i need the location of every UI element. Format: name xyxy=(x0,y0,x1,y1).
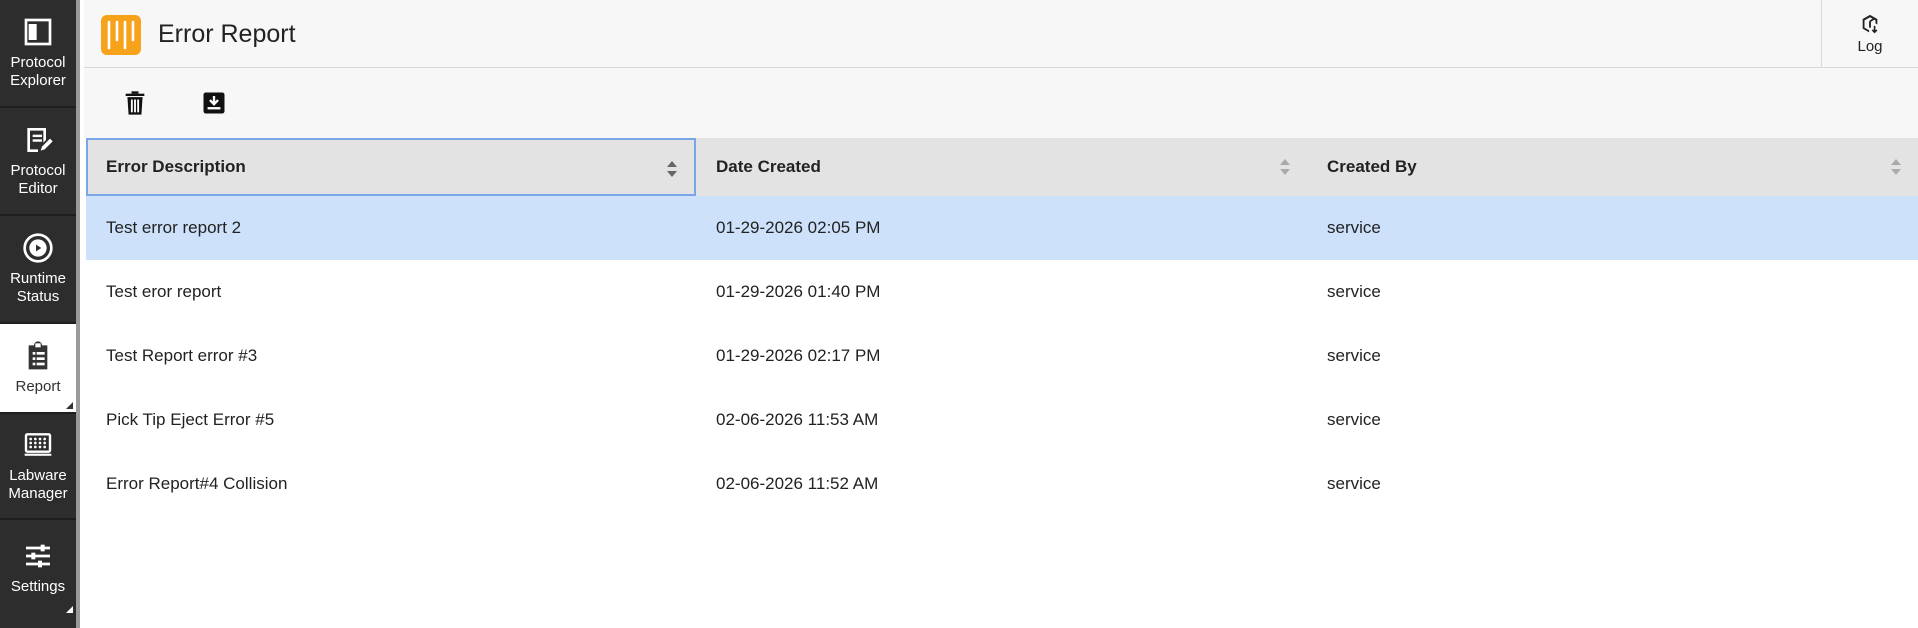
delete-button[interactable] xyxy=(115,83,155,123)
download-button[interactable] xyxy=(194,83,234,123)
sidebar-item-label: Runtime xyxy=(10,270,66,287)
download-icon xyxy=(203,92,225,114)
sidebar-item-label: Manager xyxy=(8,485,68,502)
submenu-indicator-icon xyxy=(66,606,73,613)
app-logo xyxy=(101,15,141,55)
protocol-editor-icon xyxy=(27,128,53,152)
table-header-row: Error Description Date Created Created B… xyxy=(86,138,1918,196)
sidebar-item-report[interactable]: Report xyxy=(0,324,76,412)
table-row[interactable]: Test Report error #3 01-29-2026 02:17 PM… xyxy=(86,324,1918,388)
sidebar-item-label: Protocol xyxy=(10,162,66,179)
sidebar-item-label: Protocol xyxy=(10,54,66,71)
cell-created-by: service xyxy=(1327,346,1381,365)
table-row[interactable]: Test eror report 01-29-2026 01:40 PM ser… xyxy=(86,260,1918,324)
cell-date-created: 02-06-2026 11:52 AM xyxy=(716,474,879,493)
sort-icon xyxy=(667,161,677,177)
cell-date-created: 01-29-2026 02:17 PM xyxy=(716,346,881,365)
sidebar-item-runtime-status[interactable]: Runtime Status xyxy=(0,216,76,322)
cell-error-description: Test eror report xyxy=(106,282,222,301)
sidebar-item-label: Status xyxy=(16,288,60,305)
table-row[interactable]: Pick Tip Eject Error #5 02-06-2026 11:53… xyxy=(86,388,1918,452)
cell-error-description: Pick Tip Eject Error #5 xyxy=(106,410,275,429)
report-icon xyxy=(28,341,48,370)
table-row[interactable]: Error Report#4 Collision 02-06-2026 11:5… xyxy=(86,452,1918,516)
sort-icon xyxy=(1280,159,1290,175)
submenu-indicator-icon xyxy=(66,402,73,409)
sidebar-item-label: Report xyxy=(15,378,61,395)
sort-icon xyxy=(1891,159,1901,175)
cell-created-by: service xyxy=(1327,282,1381,301)
sidebar: Protocol Explorer Protocol Editor Runtim… xyxy=(0,0,80,628)
cell-date-created: 01-29-2026 02:05 PM xyxy=(716,218,881,237)
settings-icon xyxy=(26,544,50,568)
log-button[interactable]: Log xyxy=(1821,0,1918,67)
error-report-table: Error Description Date Created Created B… xyxy=(86,138,1918,516)
column-header-created-by[interactable]: Created By xyxy=(1307,138,1918,196)
runtime-status-icon xyxy=(23,233,53,263)
column-header-label: Error Description xyxy=(106,157,246,176)
table-row[interactable]: Test error report 2 01-29-2026 02:05 PM … xyxy=(86,196,1918,260)
sidebar-item-label: Editor xyxy=(18,180,58,197)
cell-error-description: Error Report#4 Collision xyxy=(106,474,288,493)
sidebar-item-label: Explorer xyxy=(10,72,66,89)
cell-error-description: Test error report 2 xyxy=(106,218,242,237)
log-label: Log xyxy=(1857,37,1883,55)
column-header-label: Created By xyxy=(1327,157,1417,176)
column-header-label: Date Created xyxy=(716,157,821,176)
page-title: Error Report xyxy=(158,20,296,48)
labware-manager-icon xyxy=(24,433,52,456)
log-icon xyxy=(1862,14,1878,33)
cell-date-created: 02-06-2026 11:53 AM xyxy=(716,410,879,429)
sidebar-item-label: Labware xyxy=(9,467,67,484)
app-logo-icon xyxy=(107,20,135,50)
cell-created-by: service xyxy=(1327,474,1381,493)
sidebar-item-settings[interactable]: Settings xyxy=(0,520,76,616)
sidebar-item-labware-manager[interactable]: Labware Manager xyxy=(0,414,76,518)
column-header-error-description[interactable]: Error Description xyxy=(86,138,696,196)
sidebar-item-protocol-explorer[interactable]: Protocol Explorer xyxy=(0,0,76,106)
cell-error-description: Test Report error #3 xyxy=(106,346,258,365)
protocol-explorer-icon xyxy=(24,18,52,46)
cell-created-by: service xyxy=(1327,218,1381,237)
sidebar-item-label: Settings xyxy=(10,578,66,595)
cell-created-by: service xyxy=(1327,410,1381,429)
trash-icon xyxy=(125,91,145,115)
app-header: Error Report Log xyxy=(84,0,1918,68)
column-header-date-created[interactable]: Date Created xyxy=(696,138,1307,196)
sidebar-item-protocol-editor[interactable]: Protocol Editor xyxy=(0,108,76,214)
cell-date-created: 01-29-2026 01:40 PM xyxy=(716,282,881,301)
toolbar xyxy=(84,68,1918,138)
